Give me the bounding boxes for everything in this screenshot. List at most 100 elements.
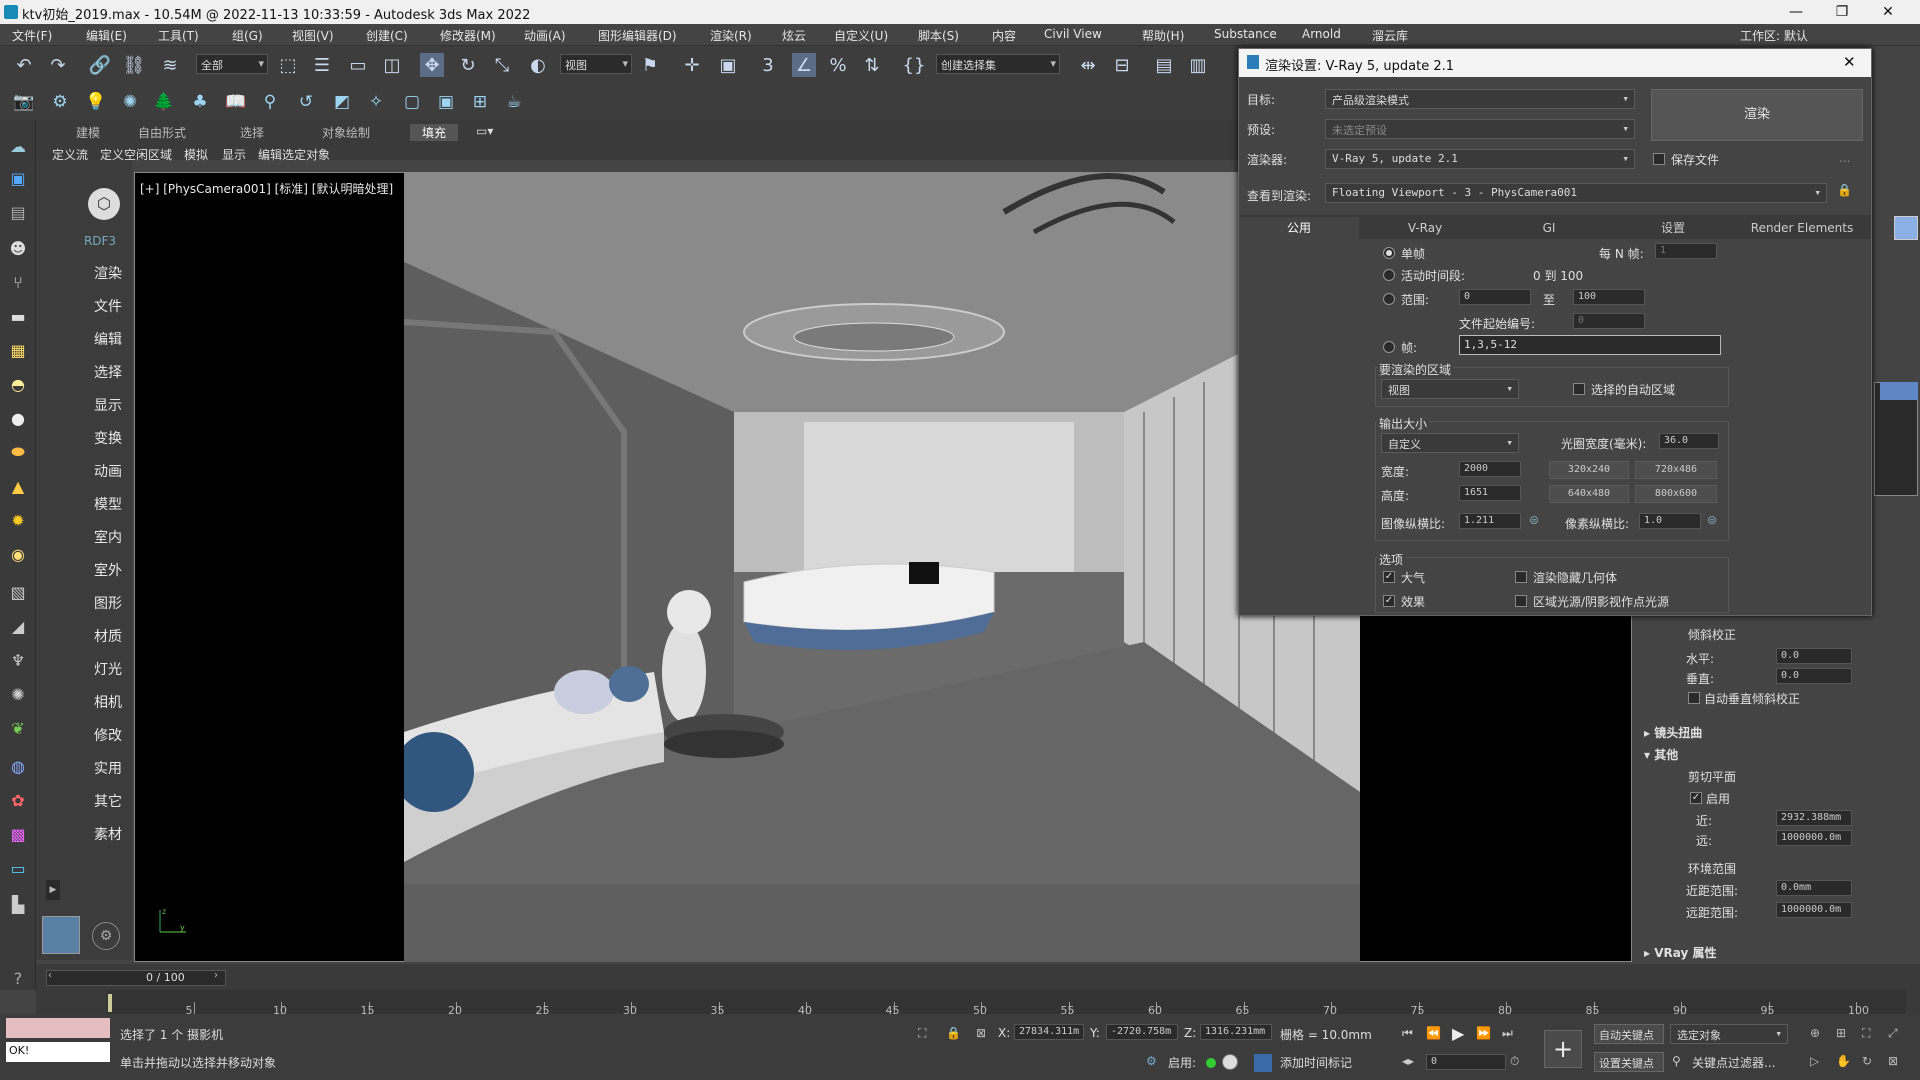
menu-group[interactable]: 组(G) bbox=[232, 27, 263, 44]
preset-dropdown[interactable]: 未选定预设 bbox=[1325, 119, 1635, 139]
aperture-spinner[interactable]: 36.0 bbox=[1659, 433, 1719, 449]
isolate-icon[interactable]: ⛶ bbox=[918, 1026, 926, 1041]
far-range-spinner[interactable]: 1000000.0m bbox=[1776, 902, 1852, 918]
current-frame-input[interactable]: 0 bbox=[1426, 1054, 1506, 1070]
render-hidden-checkbox[interactable] bbox=[1515, 571, 1527, 583]
menu-modifiers[interactable]: 修改器(M) bbox=[440, 27, 496, 44]
palette-icon[interactable]: ✿ bbox=[6, 788, 30, 812]
menu-liuyunku[interactable]: 溜云库 bbox=[1372, 27, 1408, 44]
frame-icon[interactable]: ▢ bbox=[400, 90, 424, 114]
view-to-render-dropdown[interactable]: Floating Viewport - 3 - PhysCamera001 bbox=[1325, 183, 1827, 203]
keyboard-shortcut-icon[interactable]: ▣ bbox=[716, 53, 740, 77]
rig-icon[interactable]: ♆ bbox=[6, 648, 30, 672]
display-icon[interactable]: ▭ bbox=[6, 856, 30, 880]
maxscript-listener-color[interactable] bbox=[6, 1018, 110, 1038]
render-button[interactable]: 渲染 bbox=[1651, 89, 1863, 141]
enable-toggle[interactable] bbox=[1222, 1054, 1238, 1070]
z-coordinate[interactable]: 1316.231mm bbox=[1200, 1024, 1272, 1040]
time-cursor[interactable] bbox=[108, 994, 112, 1012]
knife-icon[interactable]: ◢ bbox=[6, 614, 30, 638]
sphere-icon[interactable]: ● bbox=[6, 406, 30, 430]
previous-frame-icon[interactable]: ⏪ bbox=[1426, 1026, 1441, 1040]
file-start-spinner[interactable]: 0 bbox=[1573, 313, 1645, 329]
preset-800x600-button[interactable]: 800x600 bbox=[1635, 485, 1717, 503]
panel-selected-item[interactable] bbox=[1880, 382, 1918, 400]
percent-snap-icon[interactable]: % bbox=[826, 53, 850, 77]
target-dropdown[interactable]: 产品级渲染模式 bbox=[1325, 89, 1635, 109]
book-icon[interactable]: 📖 bbox=[224, 90, 248, 114]
mirror-icon[interactable]: ⇹ bbox=[1076, 53, 1100, 77]
leaf-icon[interactable]: ❦ bbox=[6, 716, 30, 740]
every-n-spinner[interactable]: 1 bbox=[1655, 243, 1717, 259]
minimize-button[interactable]: — bbox=[1776, 2, 1816, 22]
tab-vray[interactable]: V-Ray bbox=[1365, 217, 1485, 239]
x-coordinate[interactable]: 27834.311m bbox=[1014, 1024, 1084, 1040]
menu-file[interactable]: 文件(F) bbox=[12, 27, 52, 44]
preset-640x480-button[interactable]: 640x480 bbox=[1549, 485, 1629, 503]
effects-checkbox[interactable]: ✓ bbox=[1383, 595, 1395, 607]
time-tag-icon[interactable] bbox=[1254, 1054, 1272, 1072]
cycle-icon[interactable]: ↺ bbox=[294, 90, 318, 114]
ribbon-options-icon[interactable]: ▭▾ bbox=[476, 124, 493, 138]
set-key-button[interactable]: 设置关键点 bbox=[1594, 1052, 1664, 1072]
auto-region-checkbox[interactable] bbox=[1573, 383, 1585, 395]
key-filters-button[interactable]: 关键点过滤器... bbox=[1692, 1054, 1775, 1071]
unlink-icon[interactable]: ⛓ bbox=[122, 53, 146, 77]
redo-icon[interactable]: ↷ bbox=[46, 53, 70, 77]
zoom-extents-icon[interactable]: ⛶ bbox=[1862, 1026, 1870, 1041]
output-size-dropdown[interactable]: 自定义 bbox=[1381, 433, 1519, 453]
key-filter-icon[interactable]: ⚲ bbox=[1672, 1054, 1681, 1068]
shell-icon[interactable]: ⬬ bbox=[6, 440, 30, 464]
horizontal-spinner[interactable]: 0.0 bbox=[1776, 648, 1852, 664]
select-object-icon[interactable]: ⬚ bbox=[276, 53, 300, 77]
menu-graph-editors[interactable]: 图形编辑器(D) bbox=[598, 27, 677, 44]
add-time-tag-button[interactable]: 添加时间标记 bbox=[1280, 1054, 1352, 1071]
time-config-icon[interactable]: ⏱ bbox=[1510, 1054, 1519, 1069]
layer-explorer-icon[interactable]: ▤ bbox=[1152, 53, 1176, 77]
light-bulb-icon[interactable]: 💡 bbox=[84, 90, 108, 114]
frames-input[interactable]: 1,3,5-12 bbox=[1459, 335, 1721, 355]
dialog-close-icon[interactable]: ✕ bbox=[1843, 53, 1856, 71]
menu-scripting[interactable]: 脚本(S) bbox=[918, 27, 959, 44]
play-icon[interactable]: ▶ bbox=[1452, 1024, 1464, 1043]
doc-icon[interactable]: ▤ bbox=[6, 200, 30, 224]
menu-civil-view[interactable]: Civil View bbox=[1044, 27, 1102, 41]
ribbon-tab-populate[interactable]: 填充 bbox=[410, 124, 459, 141]
placement-icon[interactable]: ◐ bbox=[526, 53, 550, 77]
select-by-name-icon[interactable]: ☰ bbox=[310, 53, 334, 77]
zoom-all-icon[interactable]: ⊞ bbox=[1836, 1026, 1846, 1040]
tree-icon[interactable]: ♣ bbox=[188, 90, 212, 114]
spinner-snap-icon[interactable]: ⇅ bbox=[860, 53, 884, 77]
renderer-dropdown[interactable]: V-Ray 5, update 2.1 bbox=[1325, 149, 1635, 169]
scene-explorer-icon[interactable]: ▥ bbox=[1186, 53, 1210, 77]
track-bar[interactable] bbox=[106, 990, 1906, 1014]
save-file-browse[interactable]: ... bbox=[1839, 151, 1850, 165]
fov-icon[interactable]: ▷ bbox=[1810, 1054, 1819, 1068]
range-from-spinner[interactable]: 0 bbox=[1459, 289, 1531, 305]
preset-320x240-button[interactable]: 320x240 bbox=[1549, 461, 1629, 479]
save-file-checkbox[interactable] bbox=[1653, 153, 1665, 165]
auto-key-button[interactable]: 自动关键点 bbox=[1594, 1024, 1664, 1044]
folder-icon[interactable]: ▙ bbox=[6, 892, 30, 916]
height-spinner[interactable]: 1651 bbox=[1459, 485, 1521, 501]
maximize-button[interactable]: ❐ bbox=[1822, 2, 1862, 22]
range-radio[interactable] bbox=[1383, 293, 1395, 305]
ribbon-tab-modeling[interactable]: 建模 bbox=[76, 124, 100, 141]
key-target-dropdown[interactable]: 选定对象 bbox=[1670, 1024, 1788, 1044]
width-spinner[interactable]: 2000 bbox=[1459, 461, 1521, 477]
menu-views[interactable]: 视图(V) bbox=[292, 27, 334, 44]
vertical-spinner[interactable]: 0.0 bbox=[1776, 668, 1852, 684]
near-clip-spinner[interactable]: 2932.388mm bbox=[1776, 810, 1852, 826]
clip-enable-checkbox[interactable]: ✓ bbox=[1690, 792, 1702, 804]
menu-substance[interactable]: Substance bbox=[1214, 27, 1277, 41]
zoom-icon[interactable]: ⊕ bbox=[1810, 1026, 1820, 1040]
user-icon[interactable]: ☻ bbox=[6, 236, 30, 260]
menu-animation[interactable]: 动画(A) bbox=[524, 27, 566, 44]
bulb2-icon[interactable]: ✧ bbox=[364, 90, 388, 114]
menu-edit[interactable]: 编辑(E) bbox=[86, 27, 127, 44]
time-slider-next[interactable]: › bbox=[214, 970, 218, 981]
menu-content[interactable]: 内容 bbox=[992, 27, 1016, 44]
frames-radio[interactable] bbox=[1383, 341, 1395, 353]
atmosphere-checkbox[interactable]: ✓ bbox=[1383, 571, 1395, 583]
ribbon-display[interactable]: 显示 bbox=[222, 146, 246, 163]
